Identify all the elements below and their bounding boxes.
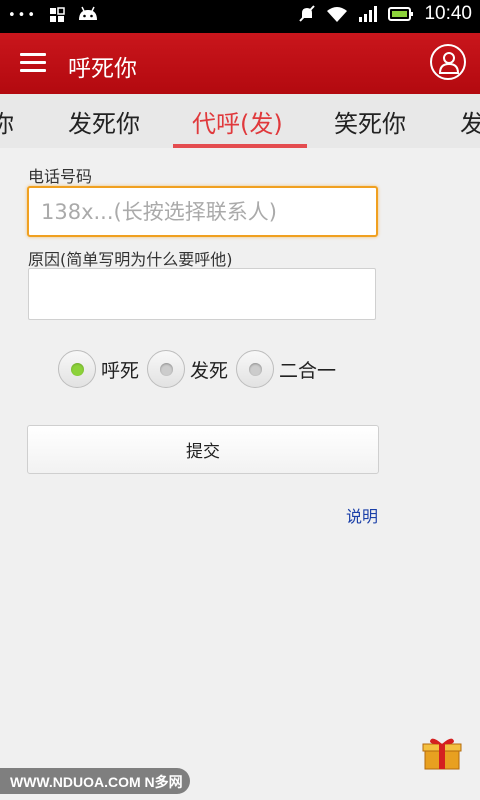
phone-label: 电话号码 [28,167,93,186]
tab-bar: 你 发死你 代呼(发) 笑死你 发 [0,94,480,148]
radio-button[interactable] [147,350,186,388]
radio-label: 二合一 [279,359,337,382]
tab-daihu[interactable]: 代呼(发) [192,104,283,139]
status-bar: ••• 10:40 [0,0,480,33]
grid-icon [50,7,65,22]
reason-label: 原因(简单写明为什么要呼他) [28,250,233,269]
user-avatar-button[interactable] [430,44,466,80]
phone-input[interactable] [27,186,378,237]
clock: 10:40 [424,3,472,24]
mode-radio-group: 呼死 发死 二合一 [58,350,344,388]
gift-icon[interactable] [422,735,462,771]
wifi-icon [327,7,348,22]
tab-xiaosini[interactable]: 笑死你 [334,104,406,139]
app-title: 呼死你 [68,56,137,82]
watermark: WWW.NDUOA.COM N多网 [0,768,190,794]
mute-icon [299,5,316,22]
battery-icon [388,7,414,21]
active-tab-indicator [173,144,307,148]
app-bar: 呼死你 [0,33,480,94]
radio-fasi[interactable]: 发死 [147,350,228,388]
tab-partial-left[interactable]: 你 [0,104,14,139]
radio-label: 发死 [190,359,229,382]
radio-erheyi[interactable]: 二合一 [236,350,336,388]
more-dots-icon: ••• [8,7,38,23]
signal-icon [359,6,378,22]
tab-partial-right[interactable]: 发 [460,104,480,139]
menu-icon[interactable] [20,53,46,73]
submit-button[interactable]: 提交 [27,425,379,474]
reason-input[interactable] [28,268,376,320]
radio-husi[interactable]: 呼死 [58,350,139,388]
android-icon [79,6,98,20]
tab-fasini[interactable]: 发死你 [68,104,140,139]
help-link[interactable]: 说明 [346,503,378,527]
user-icon [438,52,460,74]
radio-button[interactable] [236,350,275,388]
radio-label: 呼死 [101,359,140,382]
radio-button-checked[interactable] [58,350,96,388]
